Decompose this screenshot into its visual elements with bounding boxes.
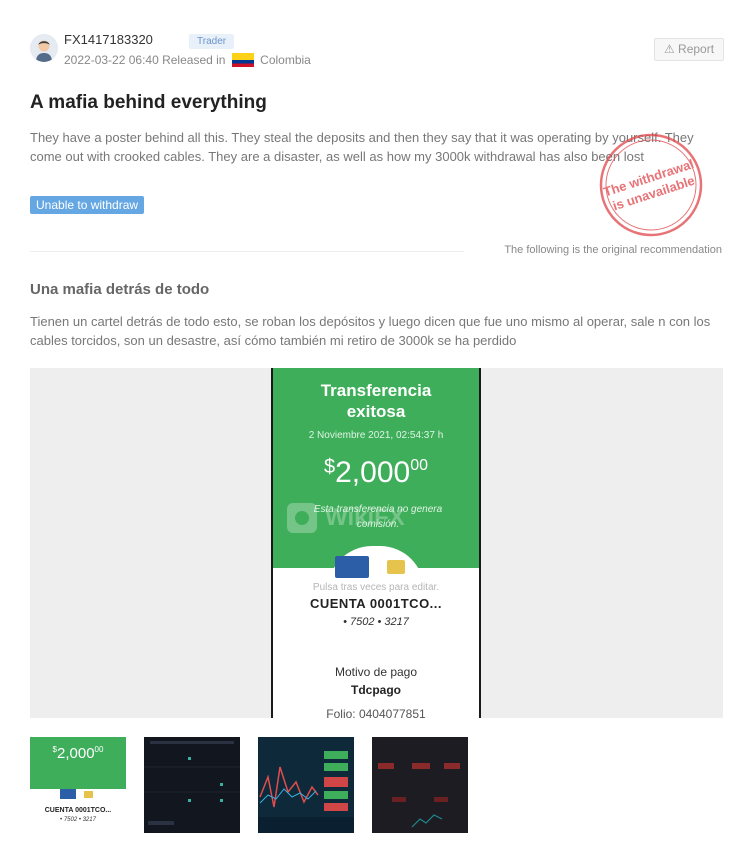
withdrawal-unavailable-stamp: The withdrawal is unavailable (599, 133, 703, 237)
original-note: The following is the original recommenda… (504, 244, 722, 256)
card-icon (335, 556, 369, 578)
trading-app-screenshot-icon (144, 737, 240, 833)
post-title: A mafia behind everything (30, 92, 267, 113)
divider (30, 251, 464, 252)
user-icon (30, 34, 58, 62)
thumbnail-2[interactable] (144, 737, 240, 833)
account-screenshot-icon (372, 737, 468, 833)
thumb-card-icon (60, 789, 76, 799)
transfer-date: 2 Noviembre 2021, 02:54:37 h (308, 430, 444, 441)
edit-hint: Pulsa tras veces para editar. (312, 582, 440, 593)
original-body: Tienen un cartel detrás de todo esto, se… (30, 314, 711, 348)
thumb-amount: 2,000 (57, 745, 95, 762)
released-in-label: Released in (162, 53, 226, 67)
thumbnail-1[interactable]: $2,00000 CUENTA 0001TCO... • 7502 • 3217 (30, 737, 126, 833)
phone-screenshot: Transferencia exitosa 2 Noviembre 2021, … (271, 368, 481, 718)
transfer-amount: $2,00000 (273, 456, 479, 490)
post-date: 2022-03-22 06:40 (64, 53, 159, 67)
thumbnail-3[interactable] (258, 737, 354, 833)
evidence-image[interactable]: Transferencia exitosa 2 Noviembre 2021, … (30, 368, 723, 718)
thumb-cents: 00 (94, 745, 104, 754)
colombia-flag-icon (231, 53, 254, 67)
chip-icon (387, 560, 405, 574)
report-button[interactable]: ⚠ Report (654, 38, 724, 61)
user-name[interactable]: FX1417183320 (64, 32, 153, 47)
thumb-account-numbers: • 7502 • 3217 (60, 817, 96, 823)
payment-reason-label: Motivo de pago (334, 665, 418, 679)
amount-cents: 00 (410, 457, 428, 474)
thumb-account: CUENTA 0001TCO... (44, 807, 112, 814)
account-label: CUENTA 0001TCO... (309, 596, 443, 611)
original-title: Una mafia detrás de todo (30, 281, 210, 298)
amount-value: 2,000 (335, 456, 411, 489)
thumbnail-4[interactable] (372, 737, 468, 833)
thumb-chip-icon (84, 791, 93, 798)
folio-number: Folio: 0404077851 (326, 707, 426, 718)
issue-tag[interactable]: Unable to withdraw (30, 196, 145, 214)
commission-note: Esta transferencia no genera comisión. (313, 504, 443, 530)
price-chart-screenshot-icon (258, 737, 354, 833)
post-meta: 2022-03-22 06:40 Released in Colombia (64, 53, 311, 67)
role-badge: Trader (189, 34, 235, 49)
payment-reason-value: Tdcpago (351, 683, 401, 697)
currency-symbol: $ (324, 456, 336, 478)
transfer-title-line1: Transferencia (320, 381, 432, 400)
transfer-title: Transferencia exitosa (273, 380, 479, 422)
thumbnail-strip: $2,00000 CUENTA 0001TCO... • 7502 • 3217 (30, 737, 470, 833)
post-header: FX1417183320 Trader 2022-03-22 06:40 Rel… (30, 30, 724, 70)
account-numbers: • 7502 • 3217 (343, 616, 409, 628)
transfer-title-line2: exitosa (346, 402, 406, 421)
avatar[interactable] (30, 34, 58, 62)
country-label: Colombia (260, 53, 311, 67)
